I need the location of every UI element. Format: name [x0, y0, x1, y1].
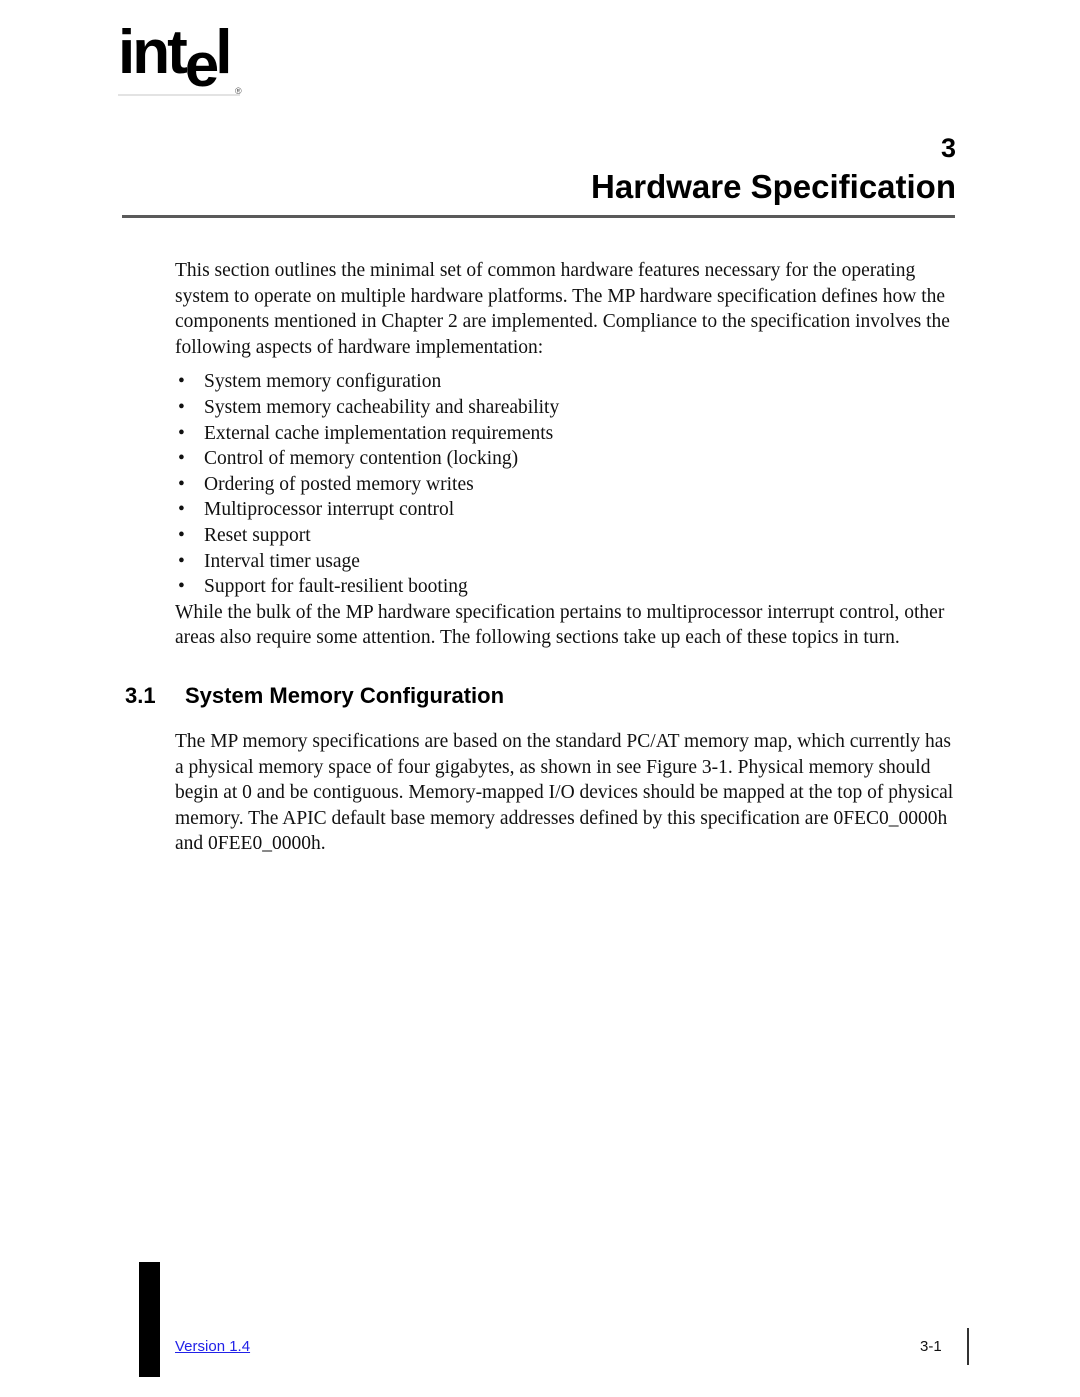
page-title: Hardware Specification: [591, 168, 956, 205]
list-item: • Multiprocessor interrupt control: [175, 497, 955, 523]
intro-content: This section outlines the minimal set of…: [175, 258, 955, 651]
list-item-label: Support for fault-resilient booting: [204, 576, 468, 598]
section-heading: 3.1 System Memory Configuration: [125, 682, 504, 710]
list-item: • System memory configuration: [175, 369, 955, 395]
list-item-label: External cache implementation requiremen…: [204, 422, 554, 444]
logo-text-l: l: [215, 18, 232, 87]
logo-underline-divider: [118, 94, 240, 96]
section-number: 3.1: [125, 683, 156, 708]
intro-closing-paragraph: While the bulk of the MP hardware specif…: [175, 601, 945, 649]
list-item: • Ordering of posted memory writes: [175, 472, 955, 498]
list-item-label: System memory cacheability and shareabil…: [204, 396, 560, 418]
list-item: • Reset support: [175, 523, 955, 549]
registered-trademark-icon: ®: [235, 86, 241, 96]
page-number: 3-1: [920, 1338, 942, 1355]
list-item: • Support for fault-resilient booting: [175, 574, 955, 600]
bullet-icon: •: [178, 550, 185, 572]
section-title: System Memory Configuration: [185, 683, 505, 708]
bullet-icon: •: [178, 396, 185, 418]
logo-text-e: e: [184, 31, 220, 100]
version-link[interactable]: Version 1.4: [175, 1338, 250, 1356]
section-content: The MP memory specifications are based o…: [175, 729, 957, 857]
list-item-label: System memory configuration: [204, 371, 442, 393]
list-item-label: Ordering of posted memory writes: [204, 473, 474, 495]
bullet-icon: •: [178, 499, 185, 521]
list-item: • Interval timer usage: [175, 549, 955, 575]
hardware-aspects-list: • System memory configuration • System mem…: [175, 369, 955, 599]
bullet-icon: •: [178, 448, 185, 470]
bullet-icon: •: [178, 422, 185, 444]
bullet-icon: •: [178, 371, 185, 393]
intro-paragraph: This section outlines the minimal set of…: [175, 260, 950, 358]
list-item: • Control of memory contention (locking): [175, 446, 955, 472]
logo-text-int: int: [118, 18, 188, 87]
intel-logo-wordmark: intel ®: [118, 22, 241, 97]
footer-right-divider: [967, 1328, 969, 1365]
intel-logo: intel ®: [118, 22, 288, 104]
section-paragraph: The MP memory specifications are based o…: [175, 731, 954, 855]
bullet-icon: •: [178, 576, 185, 598]
list-item: • System memory cacheability and shareabi…: [175, 395, 955, 421]
bullet-icon: •: [178, 524, 185, 546]
list-item-label: Control of memory contention (locking): [204, 448, 519, 470]
footer-change-bar: [139, 1262, 160, 1377]
list-item-label: Multiprocessor interrupt control: [204, 499, 455, 521]
list-item-label: Interval timer usage: [204, 550, 360, 572]
list-item-label: Reset support: [204, 524, 311, 546]
list-item: • External cache implementation requireme…: [175, 421, 955, 447]
bullet-icon: •: [178, 473, 185, 495]
chapter-number: 3: [940, 133, 956, 163]
document-page: intel ® 3 Hardware Specification This sec…: [0, 0, 1080, 1397]
header-divider: [122, 215, 955, 218]
